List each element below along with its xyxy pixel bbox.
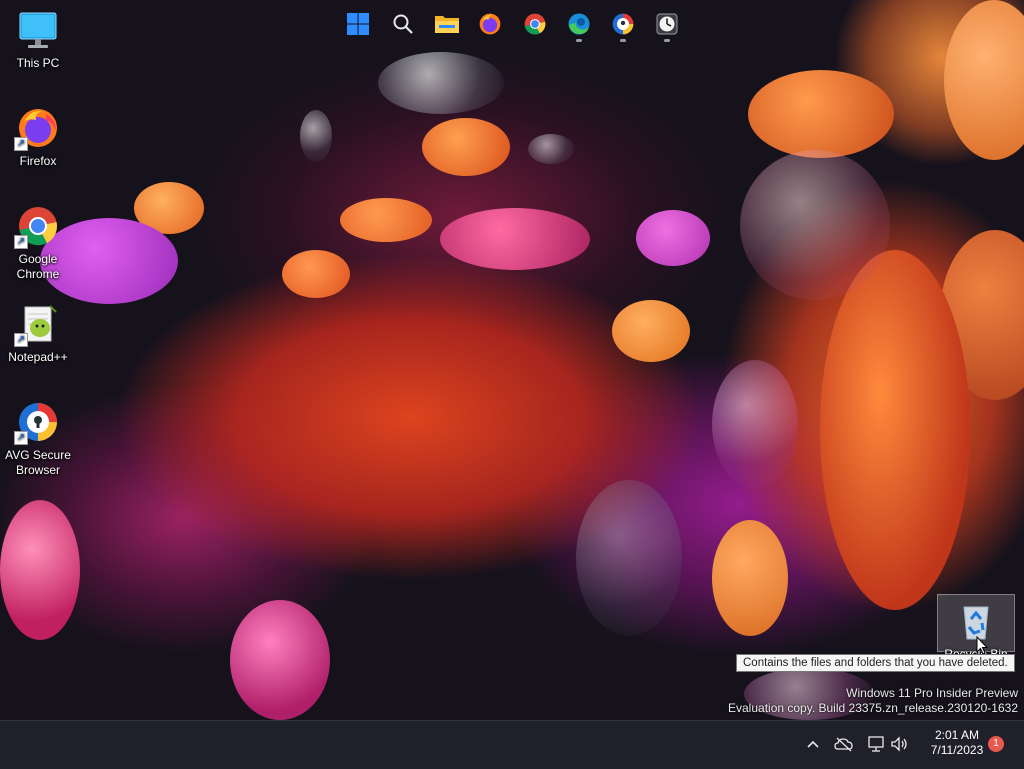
running-indicator (620, 39, 626, 42)
chrome-icon: ↗ (14, 204, 60, 249)
search-icon (393, 14, 413, 34)
wallpaper-blob (636, 210, 710, 266)
desktop-icon-avg-browser[interactable]: ↗ AVG Secure Browser (0, 400, 76, 478)
folder-icon (435, 16, 459, 33)
wallpaper-blob (528, 134, 574, 164)
taskbar-search-button[interactable] (385, 8, 421, 40)
wallpaper-blob (740, 150, 890, 300)
wallpaper-blob (340, 198, 432, 242)
show-hidden-icons-chevron-up-icon[interactable] (803, 734, 823, 754)
recycle-bin-tooltip: Contains the files and folders that you … (736, 654, 1015, 672)
desktop-icon-label: Notepad++ (8, 350, 68, 364)
desktop-icon-label: Firefox (19, 154, 57, 168)
wallpaper-blob (422, 118, 510, 176)
running-indicator (664, 39, 670, 42)
desktop-wallpaper (0, 0, 1024, 720)
wallpaper-blob (0, 500, 80, 640)
windows-start-icon (347, 13, 369, 35)
insider-watermark: Windows 11 Pro Insider Preview Evaluatio… (728, 686, 1018, 716)
desktop-icon-chrome[interactable]: ↗ Google Chrome (0, 204, 76, 282)
clock-time: 2:01 AM (934, 728, 980, 742)
notepadpp-icon: ↗ (14, 302, 60, 347)
clock-app-icon (656, 13, 678, 35)
wallpaper-blob (712, 360, 798, 488)
running-indicator (576, 39, 582, 42)
wallpaper-blob (282, 250, 350, 298)
chrome-icon (524, 13, 546, 35)
firefox-icon (479, 13, 501, 35)
taskbar-file-explorer-button[interactable] (429, 8, 465, 40)
avg-browser-icon (612, 13, 634, 35)
wallpaper-blob (612, 300, 690, 362)
monitor-icon (16, 8, 60, 52)
wallpaper-blob (944, 0, 1024, 160)
wallpaper-blob (300, 110, 332, 162)
shortcut-arrow-icon: ↗ (14, 137, 28, 151)
wallpaper-blob (712, 520, 788, 636)
clock-date: 7/11/2023 (930, 743, 984, 757)
shortcut-arrow-icon: ↗ (14, 431, 28, 445)
taskbar-clock[interactable]: 2:01 AM 7/11/2023 (920, 728, 994, 758)
wallpaper-blob (576, 480, 682, 636)
wallpaper-blob (230, 600, 330, 720)
desktop-icon-this-pc[interactable]: This PC (0, 8, 76, 71)
watermark-edition: Windows 11 Pro Insider Preview (846, 686, 1018, 700)
wallpaper-blob (378, 52, 504, 114)
shortcut-arrow-icon: ↗ (14, 333, 28, 347)
volume-icon[interactable] (890, 734, 910, 754)
wallpaper-blob (748, 70, 894, 158)
desktop-icon-label: Google Chrome (16, 252, 60, 281)
shortcut-arrow-icon: ↗ (14, 235, 28, 249)
avg-browser-icon: ↗ (14, 400, 60, 445)
onedrive-offline-icon[interactable] (834, 734, 854, 754)
taskbar-chrome-button[interactable] (517, 8, 553, 40)
desktop-icon-notepadpp[interactable]: ↗ Notepad++ (0, 302, 76, 365)
desktop-icon-label: This PC (16, 56, 60, 70)
edge-icon (568, 13, 590, 35)
taskbar-start-button[interactable] (340, 8, 376, 40)
taskbar-edge-button[interactable] (561, 8, 597, 42)
taskbar-firefox-button[interactable] (472, 8, 508, 40)
firefox-icon: ↗ (14, 106, 60, 151)
watermark-build: Evaluation copy. Build 23375.zn_release.… (728, 701, 1018, 715)
desktop-icon-label: AVG Secure Browser (5, 448, 71, 477)
wallpaper-blob (440, 208, 590, 270)
notification-badge[interactable]: 1 (988, 736, 1004, 752)
network-icon[interactable] (866, 734, 886, 754)
taskbar-clock-app-button[interactable] (649, 8, 685, 42)
desktop-icon-firefox[interactable]: ↗ Firefox (0, 106, 76, 169)
taskbar-avg-browser-button[interactable] (605, 8, 641, 42)
wallpaper-blob (820, 250, 970, 610)
